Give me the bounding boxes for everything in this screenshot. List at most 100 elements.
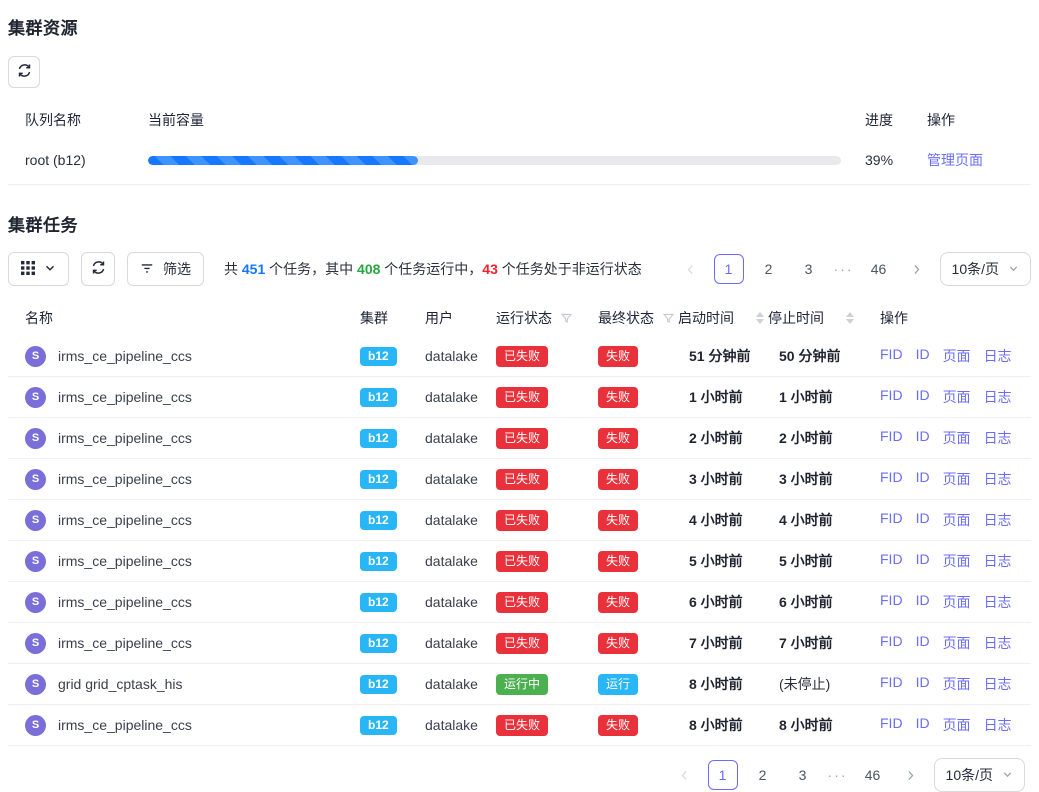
stop-time: 5 小时前 [768, 551, 880, 571]
next-page-button[interactable] [904, 254, 930, 284]
id-link[interactable]: ID [916, 551, 930, 571]
page-link[interactable]: 页面 [943, 715, 971, 735]
final-status-badge: 失败 [598, 346, 638, 367]
fid-link[interactable]: FID [880, 428, 903, 448]
fid-link[interactable]: FID [880, 715, 903, 735]
fid-link[interactable]: FID [880, 469, 903, 489]
log-link[interactable]: 日志 [984, 633, 1012, 653]
page-link[interactable]: 页面 [943, 633, 971, 653]
id-link[interactable]: ID [916, 469, 930, 489]
page-link[interactable]: 页面 [943, 674, 971, 694]
log-link[interactable]: 日志 [984, 715, 1012, 735]
final-status-badge: 失败 [598, 715, 638, 736]
id-link[interactable]: ID [916, 346, 930, 366]
id-link[interactable]: ID [916, 387, 930, 407]
final-status-badge: 失败 [598, 633, 638, 654]
user-name: datalake [425, 512, 496, 528]
log-link[interactable]: 日志 [984, 510, 1012, 530]
fid-link[interactable]: FID [880, 346, 903, 366]
log-link[interactable]: 日志 [984, 592, 1012, 612]
id-link[interactable]: ID [916, 592, 930, 612]
page-ellipsis[interactable]: ··· [828, 767, 848, 783]
sorter-icon[interactable] [756, 312, 764, 324]
header-queue-name: 队列名称 [25, 110, 148, 130]
capacity-cell [148, 156, 865, 165]
resources-refresh-button[interactable] [8, 56, 40, 88]
page-size-select[interactable]: 10条/页 [934, 758, 1025, 792]
table-row: Sirms_ce_pipeline_ccs b12 datalake 已失败 失… [8, 336, 1031, 377]
page-link[interactable]: 页面 [943, 469, 971, 489]
start-time: 8 小时前 [678, 674, 768, 694]
prev-page-button[interactable] [678, 254, 704, 284]
column-settings-button[interactable] [8, 252, 69, 286]
nonrunning-task-count: 43 [482, 261, 498, 277]
page-size-select[interactable]: 10条/页 [940, 252, 1031, 286]
page-size-value: 10条/页 [952, 259, 999, 279]
task-name: irms_ce_pipeline_ccs [58, 389, 192, 405]
run-status-badge: 运行中 [496, 674, 548, 695]
id-link[interactable]: ID [916, 428, 930, 448]
task-name: irms_ce_pipeline_ccs [58, 512, 192, 528]
next-page-button[interactable] [898, 760, 924, 790]
fid-link[interactable]: FID [880, 674, 903, 694]
tasks-refresh-button[interactable] [81, 252, 115, 286]
filter-button-label: 筛选 [163, 259, 191, 279]
header-action: 操作 [927, 110, 1015, 130]
table-row: Sirms_ce_pipeline_ccs b12 datalake 已失败 失… [8, 500, 1031, 541]
filter-funnel-icon[interactable] [560, 312, 573, 325]
log-link[interactable]: 日志 [984, 551, 1012, 571]
fid-link[interactable]: FID [880, 633, 903, 653]
id-link[interactable]: ID [916, 674, 930, 694]
filter-funnel-icon[interactable] [662, 312, 675, 325]
tasks-section-title: 集群任务 [8, 211, 1031, 236]
log-link[interactable]: 日志 [984, 387, 1012, 407]
page-link[interactable]: 页面 [943, 387, 971, 407]
stop-time: 2 小时前 [768, 428, 880, 448]
page-button-1[interactable]: 1 [714, 254, 744, 284]
avatar: S [25, 551, 46, 572]
table-row: Sirms_ce_pipeline_ccs b12 datalake 已失败 失… [8, 582, 1031, 623]
header-cluster: 集群 [360, 308, 425, 328]
start-time: 8 小时前 [678, 715, 768, 735]
header-run-status-label: 运行状态 [496, 308, 552, 328]
page-button-3[interactable]: 3 [794, 254, 824, 284]
sorter-icon[interactable] [846, 312, 854, 324]
page-ellipsis[interactable]: ··· [834, 261, 854, 277]
progress-fill [148, 156, 418, 165]
stop-time: 4 小时前 [768, 510, 880, 530]
prev-page-button[interactable] [672, 760, 698, 790]
page-link[interactable]: 页面 [943, 551, 971, 571]
cluster-badge: b12 [360, 593, 397, 612]
id-link[interactable]: ID [916, 715, 930, 735]
page-button-2[interactable]: 2 [748, 760, 778, 790]
fid-link[interactable]: FID [880, 592, 903, 612]
manage-page-link[interactable]: 管理页面 [927, 152, 983, 168]
resources-table-header: 队列名称 当前容量 进度 操作 [8, 104, 1031, 136]
page-link[interactable]: 页面 [943, 346, 971, 366]
fid-link[interactable]: FID [880, 551, 903, 571]
final-status-badge: 失败 [598, 387, 638, 408]
page-size-value: 10条/页 [946, 765, 993, 785]
fid-link[interactable]: FID [880, 387, 903, 407]
page-button-2[interactable]: 2 [754, 254, 784, 284]
page-button-1[interactable]: 1 [708, 760, 738, 790]
refresh-icon [17, 63, 32, 81]
user-name: datalake [425, 348, 496, 364]
id-link[interactable]: ID [916, 510, 930, 530]
page-link[interactable]: 页面 [943, 428, 971, 448]
log-link[interactable]: 日志 [984, 674, 1012, 694]
page-button-3[interactable]: 3 [788, 760, 818, 790]
total-task-count: 451 [242, 261, 265, 277]
cluster-badge: b12 [360, 511, 397, 530]
log-link[interactable]: 日志 [984, 346, 1012, 366]
page-button-last[interactable]: 46 [864, 254, 894, 284]
page-button-last[interactable]: 46 [858, 760, 888, 790]
tasks-toolbar: 筛选 共 451 个任务，其中 408 个任务运行中，43 个任务处于非运行状态… [8, 252, 1031, 286]
log-link[interactable]: 日志 [984, 428, 1012, 448]
page-link[interactable]: 页面 [943, 510, 971, 530]
fid-link[interactable]: FID [880, 510, 903, 530]
id-link[interactable]: ID [916, 633, 930, 653]
filter-button[interactable]: 筛选 [127, 252, 204, 286]
page-link[interactable]: 页面 [943, 592, 971, 612]
log-link[interactable]: 日志 [984, 469, 1012, 489]
